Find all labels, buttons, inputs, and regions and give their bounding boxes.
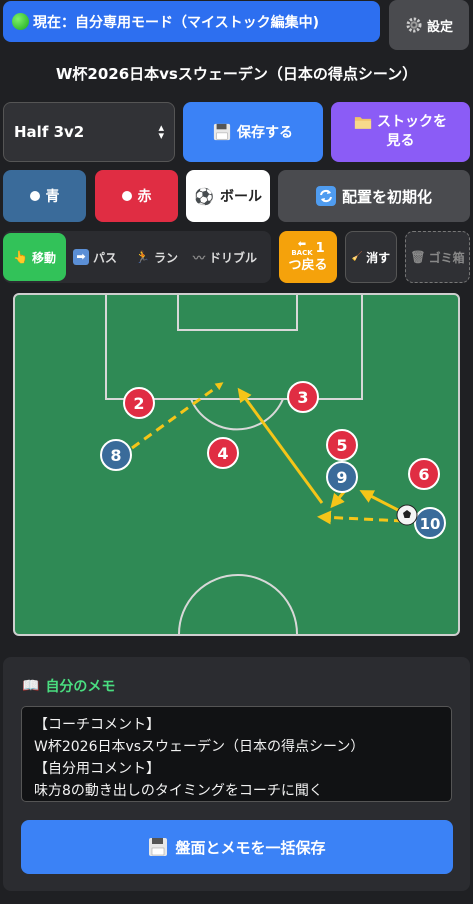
blue-label: 青	[45, 189, 60, 205]
move-tool-button[interactable]: 👆 移動	[3, 233, 66, 281]
mode-banner[interactable]: 現在：自分専用モード（マイストック編集中)	[3, 1, 380, 42]
stock-label-line2: 見る	[386, 133, 415, 149]
memo-line: W杯2026日本vsスウェーデン（日本の得点シーン）	[34, 739, 365, 755]
add-blue-player-button[interactable]: 青	[3, 170, 86, 222]
memo-heading-label: 自分のメモ	[45, 679, 116, 695]
tactics-pitch[interactable]: 2 3 4 5 6 8 9 10	[13, 293, 460, 636]
soccer-ball-icon[interactable]	[396, 504, 418, 526]
player-token-blue-10[interactable]: 10	[414, 507, 446, 539]
save-button[interactable]: 保存する	[183, 102, 323, 162]
bulk-save-button[interactable]: 盤面とメモを一括保存	[21, 820, 453, 874]
white-dot-icon	[29, 191, 40, 201]
run-arrow	[359, 490, 399, 512]
svg-text:4: 4	[217, 444, 228, 463]
pass-label: パス	[93, 250, 118, 265]
dribble-tool-button[interactable]: 〰 ドリブル	[193, 231, 257, 283]
move-label: 移動	[31, 250, 56, 265]
book-icon: 📖	[22, 678, 40, 694]
player-token-red-2[interactable]: 2	[123, 387, 155, 419]
green-status-icon	[12, 13, 29, 30]
trash-icon: 🗑	[410, 250, 426, 264]
undo-label: つ戻る	[288, 257, 328, 273]
penalty-area	[105, 295, 363, 400]
broom-icon: 🧹	[351, 252, 364, 262]
formation-value: Half 3v2	[14, 123, 85, 141]
goal-area	[177, 295, 298, 331]
player-token-blue-8[interactable]: 8	[100, 439, 132, 471]
memo-heading: 📖 自分のメモ	[22, 676, 115, 696]
pass-arrow	[317, 510, 404, 525]
svg-text:9: 9	[336, 468, 347, 487]
gear-icon	[406, 17, 422, 33]
runner-icon: 🏃	[135, 250, 150, 264]
reset-layout-button[interactable]: 配置を初期化	[278, 170, 470, 222]
floppy-disk-icon	[213, 123, 231, 141]
wavy-line-icon: 〰	[193, 250, 206, 265]
view-stock-button[interactable]: ストックを 見る	[331, 102, 470, 162]
formation-select[interactable]: Half 3v2 ▴ ▾	[3, 102, 175, 162]
svg-text:8: 8	[110, 446, 121, 465]
settings-button[interactable]: 設定	[389, 0, 469, 50]
ball-label: ボール	[219, 189, 262, 205]
save-label: 保存する	[237, 125, 293, 141]
pitch-canvas[interactable]: 2 3 4 5 6 8 9 10	[15, 295, 458, 634]
svg-text:2: 2	[133, 394, 144, 413]
erase-label: 消す	[366, 250, 391, 265]
add-red-player-button[interactable]: 赤	[95, 170, 178, 222]
svg-text:6: 6	[418, 465, 429, 484]
right-arrow-icon: ➡	[73, 249, 89, 265]
svg-text:5: 5	[336, 436, 347, 455]
page-title: W杯2026日本vsスウェーデン（日本の得点シーン）	[55, 65, 418, 83]
player-token-red-3[interactable]: 3	[287, 381, 319, 413]
player-token-blue-9[interactable]: 9	[326, 461, 358, 493]
dribble-label: ドリブル	[209, 250, 258, 265]
soccer-ball-icon: ⚽	[194, 186, 214, 206]
refresh-icon	[315, 186, 336, 206]
reset-label: 配置を初期化	[341, 187, 432, 206]
bulk-save-label: 盤面とメモを一括保存	[175, 838, 326, 857]
stock-label-line1: ストックを	[377, 114, 447, 130]
red-label: 赤	[137, 189, 152, 205]
memo-textarea[interactable]: 【コーチコメント】 W杯2026日本vsスウェーデン（日本の得点シーン） 【自分…	[21, 706, 452, 802]
folder-icon	[354, 117, 372, 129]
settings-label: 設定	[426, 19, 453, 35]
svg-text:3: 3	[297, 388, 308, 407]
run-tool-button[interactable]: 🏃 ラン	[135, 231, 178, 283]
white-dot-icon	[121, 191, 132, 201]
add-ball-button[interactable]: ⚽ ボール	[186, 170, 270, 222]
penalty-arc	[190, 398, 284, 431]
undo-button[interactable]: ⬅ BACK 1 つ戻る	[279, 231, 337, 283]
run-label: ラン	[153, 250, 178, 265]
memo-line: 【自分用コメント】	[34, 761, 160, 777]
pass-tool-button[interactable]: ➡ パス	[73, 231, 117, 283]
player-token-red-4[interactable]: 4	[207, 437, 239, 469]
erase-button[interactable]: 🧹 消す	[345, 231, 397, 283]
floppy-disk-icon	[149, 838, 168, 856]
trash-dropzone[interactable]: 🗑 ゴミ箱	[405, 231, 470, 283]
player-token-red-6[interactable]: 6	[408, 458, 440, 490]
svg-text:10: 10	[420, 515, 441, 533]
memo-line: 【コーチコメント】	[34, 717, 160, 733]
player-token-red-5[interactable]: 5	[326, 429, 358, 461]
trash-label: ゴミ箱	[428, 250, 465, 265]
back-arrow-icon: ⬅ BACK	[291, 238, 313, 257]
select-arrows-icon: ▴ ▾	[158, 121, 164, 142]
undo-count: 1	[315, 241, 325, 256]
center-circle	[178, 574, 298, 634]
memo-line: 味方8の動き出しのタイミングをコーチに聞く	[34, 783, 323, 799]
mode-label: 現在：自分専用モード（マイストック編集中)	[33, 14, 319, 31]
pointing-hand-icon: 👆	[13, 250, 28, 264]
